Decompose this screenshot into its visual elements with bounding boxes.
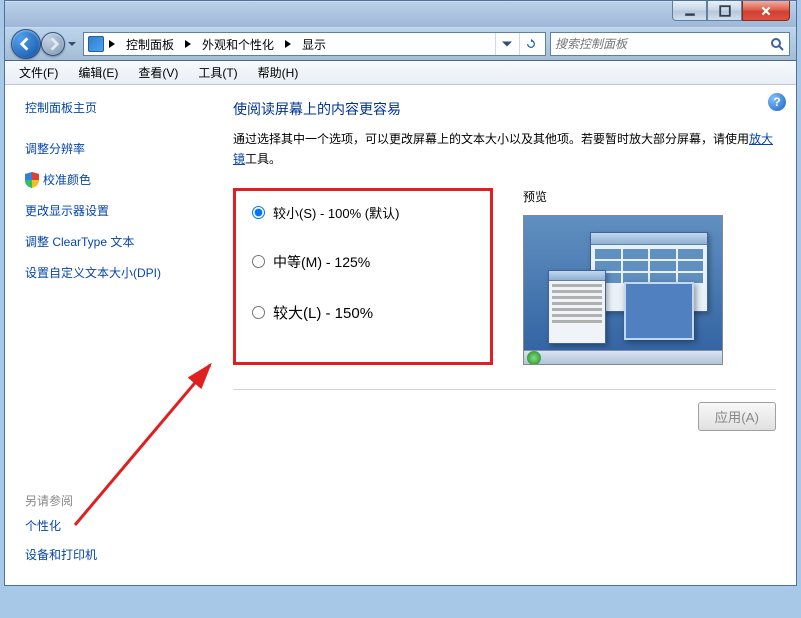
menu-file[interactable]: 文件(F)	[9, 62, 68, 83]
nav-forward-button[interactable]	[41, 32, 65, 56]
breadcrumb-chevron-1[interactable]	[282, 40, 294, 48]
titlebar	[5, 1, 796, 27]
minimize-button[interactable]	[672, 1, 707, 21]
address-dropdown[interactable]	[495, 33, 517, 55]
help-icon[interactable]: ?	[768, 93, 786, 111]
maximize-button[interactable]	[707, 1, 742, 21]
menu-edit[interactable]: 编辑(E)	[68, 62, 128, 83]
radio-option-small[interactable]: 较小(S) - 100% (默认)	[252, 203, 460, 222]
navbar: 控制面板 外观和个性化 显示	[5, 27, 796, 61]
breadcrumb-chevron-0[interactable]	[182, 40, 194, 48]
sidebar-link-dpi[interactable]: 设置自定义文本大小(DPI)	[25, 264, 215, 281]
page-description: 通过选择其中一个选项，可以更改屏幕上的文本大小以及其他项。若要暂时放大部分屏幕，…	[233, 129, 776, 170]
breadcrumb-item-1[interactable]: 外观和个性化	[196, 33, 280, 55]
refresh-button[interactable]	[519, 33, 541, 55]
radio-small-label: 较小(S) - 100% (默认)	[273, 203, 399, 222]
sidebar-link-cleartype[interactable]: 调整 ClearType 文本	[25, 233, 215, 250]
menu-help[interactable]: 帮助(H)	[248, 62, 309, 83]
close-button[interactable]	[742, 1, 790, 21]
radio-large-label: 较大(L) - 150%	[273, 302, 373, 323]
radio-option-large[interactable]: 较大(L) - 150%	[252, 302, 460, 323]
search-box[interactable]	[550, 32, 790, 56]
preview-label: 预览	[523, 188, 776, 205]
sidebar-link-resolution[interactable]: 调整分辨率	[25, 140, 215, 157]
control-panel-icon	[88, 36, 104, 52]
sidebar: 控制面板主页 调整分辨率 校准颜色 更改显示器设置 调整 ClearType 文…	[5, 85, 215, 585]
divider	[233, 389, 776, 390]
preview-thumbnail	[523, 215, 723, 365]
radio-option-medium[interactable]: 中等(M) - 125%	[252, 252, 460, 272]
search-icon[interactable]	[769, 36, 785, 52]
sidebar-link-calibrate[interactable]: 校准颜色	[43, 171, 91, 188]
radio-small[interactable]	[252, 206, 265, 219]
nav-history-dropdown[interactable]	[65, 29, 79, 59]
menu-tools[interactable]: 工具(T)	[188, 62, 247, 83]
sidebar-link-display-settings[interactable]: 更改显示器设置	[25, 202, 215, 219]
highlighted-options-box: 较小(S) - 100% (默认) 中等(M) - 125% 较大(L) - 1…	[233, 188, 493, 365]
nav-back-button[interactable]	[11, 29, 41, 59]
address-bar[interactable]: 控制面板 外观和个性化 显示	[83, 32, 546, 56]
page-title: 使阅读屏幕上的内容更容易	[233, 99, 776, 119]
see-also-heading: 另请参阅	[25, 492, 215, 509]
breadcrumb-item-0[interactable]: 控制面板	[120, 33, 180, 55]
see-also-personalize[interactable]: 个性化	[25, 517, 215, 534]
radio-medium-label: 中等(M) - 125%	[273, 252, 370, 272]
radio-large[interactable]	[252, 306, 265, 319]
apply-button[interactable]: 应用(A)	[698, 402, 776, 431]
sidebar-home-link[interactable]: 控制面板主页	[25, 99, 215, 116]
breadcrumb-item-2[interactable]: 显示	[296, 33, 332, 55]
radio-medium[interactable]	[252, 255, 265, 268]
main-content: ? 使阅读屏幕上的内容更容易 通过选择其中一个选项，可以更改屏幕上的文本大小以及…	[215, 85, 796, 585]
see-also-devices[interactable]: 设备和打印机	[25, 546, 215, 563]
menu-view[interactable]: 查看(V)	[128, 62, 188, 83]
breadcrumb-root-chevron[interactable]	[106, 40, 118, 48]
search-input[interactable]	[555, 37, 769, 51]
shield-icon	[25, 172, 39, 188]
menubar: 文件(F) 编辑(E) 查看(V) 工具(T) 帮助(H)	[5, 61, 796, 85]
